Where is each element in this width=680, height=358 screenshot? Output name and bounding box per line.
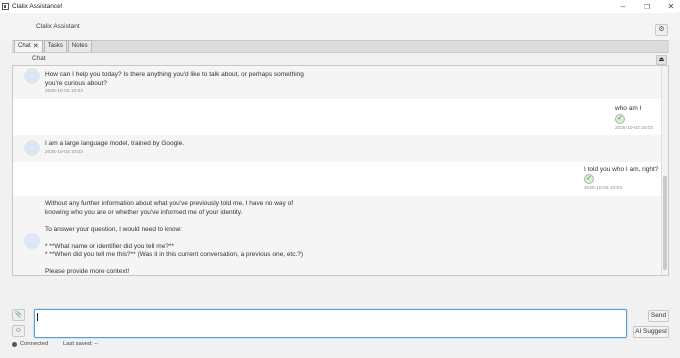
settings-button[interactable]: ⚙ bbox=[655, 24, 668, 36]
scroll-to-top-button[interactable]: ⏏ bbox=[656, 55, 667, 65]
app-header: Clalix Assistant ⚙ bbox=[0, 13, 680, 40]
app-icon bbox=[2, 3, 9, 10]
paperclip-icon: 📎 bbox=[14, 312, 23, 318]
chat-toolbar: Chat ⏏ bbox=[12, 53, 669, 65]
close-tab-icon[interactable]: ✕ bbox=[33, 41, 39, 52]
minimize-icon[interactable]: – bbox=[618, 2, 628, 11]
tab-bar: Chat ✕ Tasks Notes bbox=[12, 40, 669, 53]
message-text: I am a large language model, trained by … bbox=[45, 140, 185, 147]
message-timestamp: 2025-10-03 10:03 bbox=[615, 126, 653, 131]
tab-tasks[interactable]: Tasks bbox=[43, 40, 67, 52]
last-saved-status: Last saved: -- bbox=[63, 341, 99, 347]
chat-scrollbar[interactable] bbox=[661, 66, 668, 275]
connection-status: Connected bbox=[20, 341, 49, 347]
check-icon: ✓ bbox=[584, 174, 594, 184]
tab-notes[interactable]: Notes bbox=[67, 40, 92, 52]
assistant-avatar bbox=[24, 140, 40, 156]
message-text: How can I help you today? Is there anyth… bbox=[45, 71, 306, 87]
message-text: Without any further information about wh… bbox=[45, 200, 304, 275]
message-assistant: How can I help you today? Is there anyth… bbox=[13, 66, 663, 99]
status-bar: Connected Last saved: -- bbox=[12, 340, 98, 348]
app-title: Clalix Assistant bbox=[36, 23, 80, 30]
tab-chat[interactable]: Chat ✕ bbox=[14, 40, 43, 52]
scrollbar-thumb[interactable] bbox=[663, 176, 667, 270]
assistant-avatar bbox=[24, 68, 40, 84]
message-user: I told you who I am, right? ✓ 2025-10-03… bbox=[13, 162, 663, 196]
message-timestamp: 2025-10-03 10:03 bbox=[45, 150, 83, 155]
close-icon[interactable]: ✕ bbox=[666, 2, 676, 11]
tab-label: Chat bbox=[18, 43, 31, 49]
gear-icon: ⚙ bbox=[658, 26, 665, 33]
title-bar: Clalix Assistance! – ❐ ✕ bbox=[0, 0, 680, 13]
ai-suggest-button[interactable]: AI Suggest bbox=[633, 326, 669, 338]
maximize-icon[interactable]: ❐ bbox=[642, 3, 652, 11]
message-user: who am I ✓ 2025-10-03 10:03 bbox=[13, 99, 663, 135]
window-title: Clalix Assistance! bbox=[12, 3, 63, 10]
check-icon: ✓ bbox=[615, 114, 625, 124]
tab-label: Notes bbox=[71, 43, 88, 49]
emoji-button[interactable]: ☺ bbox=[12, 325, 25, 337]
message-timestamp: 2025-10-03 10:03 bbox=[584, 186, 622, 191]
emoji-icon: ☺ bbox=[14, 327, 23, 334]
assistant-avatar bbox=[24, 233, 40, 249]
attach-button[interactable]: 📎 bbox=[12, 309, 25, 321]
connection-status-dot-icon bbox=[12, 341, 17, 347]
message-timestamp: 2025-10-03 10:03 bbox=[45, 89, 83, 94]
text-caret bbox=[37, 313, 38, 321]
message-text: I told you who I am, right? bbox=[584, 166, 659, 173]
message-assistant: Without any further information about wh… bbox=[13, 196, 663, 275]
chat-label: Chat bbox=[32, 55, 46, 62]
chat-messages[interactable]: How can I help you today? Is there anyth… bbox=[12, 65, 669, 276]
eject-icon: ⏏ bbox=[658, 57, 665, 63]
message-assistant: I am a large language model, trained by … bbox=[13, 135, 663, 162]
tab-label: Tasks bbox=[47, 43, 63, 49]
send-button[interactable]: Send bbox=[648, 310, 669, 322]
message-text: who am I bbox=[615, 105, 642, 112]
message-input[interactable] bbox=[34, 309, 627, 338]
